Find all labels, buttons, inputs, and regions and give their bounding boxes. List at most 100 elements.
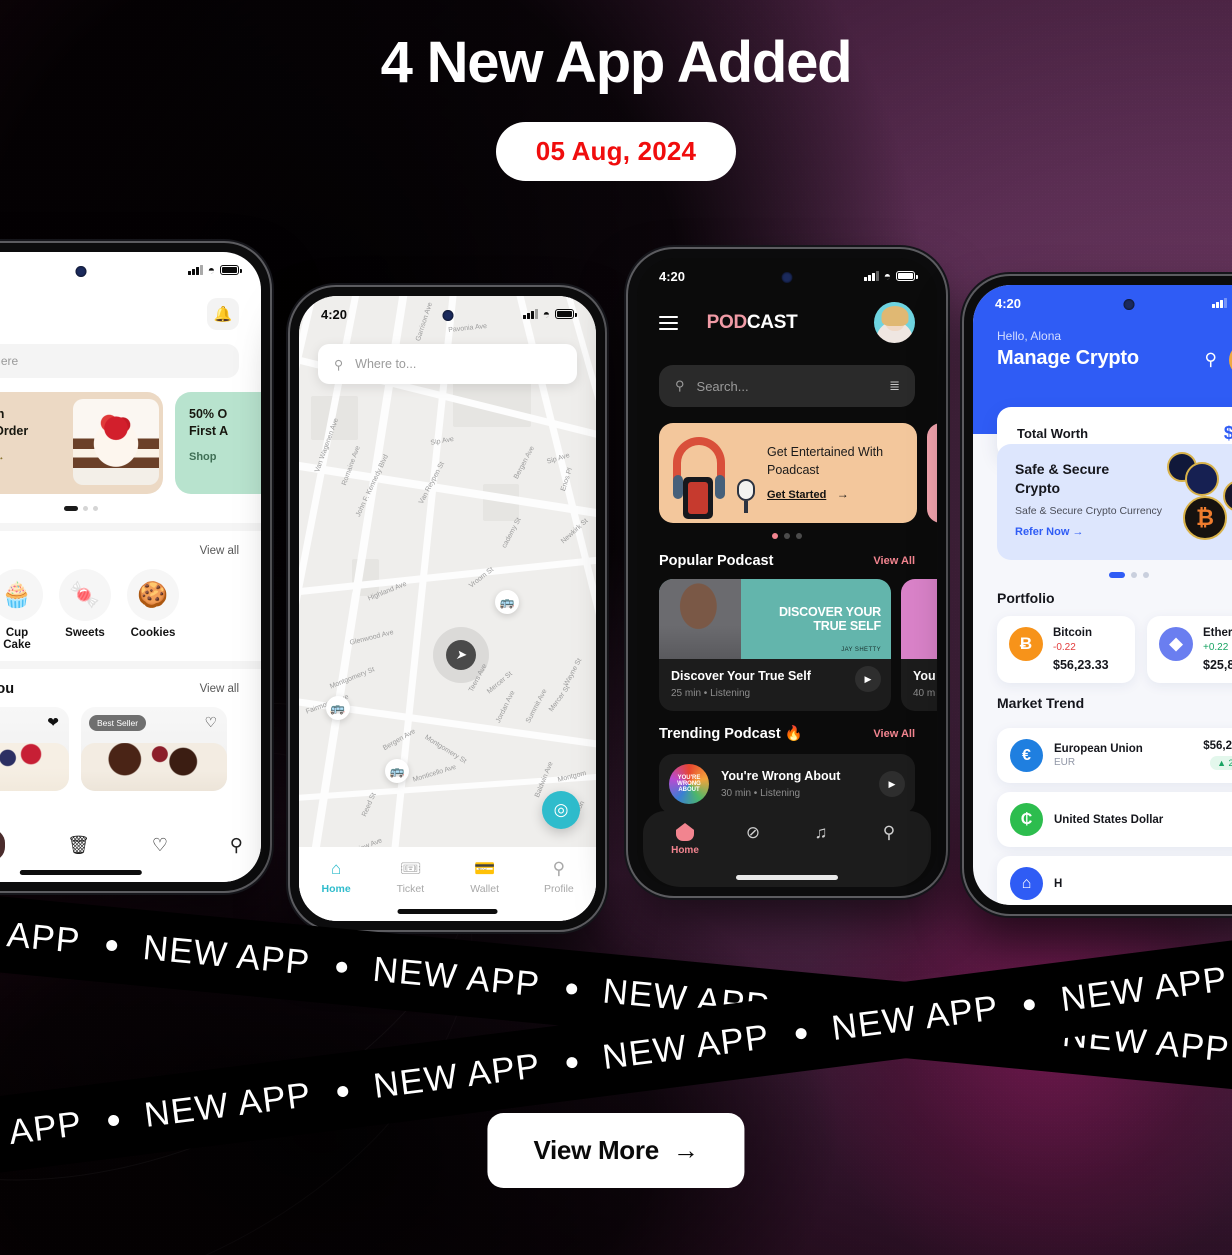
nav-item-wallet[interactable]: 💳 Wallet	[448, 847, 522, 907]
bus-stop-icon[interactable]: 🚌	[495, 589, 520, 614]
category-item[interactable]: 🍪 Cookies	[127, 569, 179, 651]
page-title: Manage Crypto	[997, 347, 1139, 369]
section-title: Portfolio	[997, 590, 1055, 606]
nav-item-home[interactable]: Home	[651, 823, 719, 869]
portfolio-card[interactable]: Ƀ Bitcoin -0.22 $56,23.33	[997, 616, 1135, 683]
play-icon[interactable]: ▶	[855, 666, 881, 692]
playlist-icon: ♫	[814, 823, 828, 842]
coin-name: Ethere	[1203, 627, 1232, 639]
view-more-button[interactable]: View More →	[487, 1113, 745, 1188]
category-item[interactable]: 🍬 Sweets	[59, 569, 111, 651]
heart-icon[interactable]: ♡	[152, 835, 168, 856]
heart-filled-icon[interactable]: ❤	[47, 714, 59, 731]
recenter-button[interactable]: ◎	[542, 791, 580, 829]
carousel-dot[interactable]	[772, 533, 778, 539]
search-input[interactable]: ⚲ Search... ≣	[659, 365, 915, 407]
wallet-icon: 💳	[474, 859, 496, 878]
street-label: Montgomery St	[422, 733, 467, 765]
dollar-icon: ₵	[1010, 803, 1043, 836]
carousel-dots[interactable]	[0, 506, 261, 511]
nav-item-home[interactable]: ⌂ Home	[299, 847, 373, 907]
search-input[interactable]: ⚲ Search here	[0, 344, 239, 378]
home-icon	[676, 823, 694, 841]
hamburger-icon[interactable]	[659, 315, 678, 330]
bitcoin-coin-icon: ₿	[1183, 496, 1227, 540]
carousel-dot[interactable]	[64, 506, 78, 511]
destination-search-input[interactable]: ⚲ Where to...	[318, 344, 577, 384]
banner-line2: Poadcast	[767, 463, 820, 477]
profile-icon[interactable]: ⚲	[230, 835, 243, 856]
carousel-dot[interactable]	[93, 506, 98, 511]
view-all-link[interactable]: View All	[873, 728, 915, 740]
promo-cta[interactable]: Shop Now →	[0, 451, 28, 463]
podcast-card[interactable]: You 40 m	[901, 579, 937, 711]
promo-line2: First A	[189, 424, 229, 439]
market-row[interactable]: ₵ United States Dollar	[997, 792, 1232, 847]
promo-line1: 50% Off On	[0, 407, 5, 421]
view-all-link[interactable]: View all	[200, 545, 239, 557]
promo-card[interactable]: Safe & Secure Crypto Safe & Secure Crypt…	[997, 444, 1232, 560]
bus-stop-icon[interactable]: 🚌	[385, 758, 410, 783]
promo-card[interactable]: 50% O First A Shop	[175, 392, 261, 494]
promo-cta[interactable]: Shop	[189, 451, 228, 463]
nav-item-discover[interactable]: ⊘	[719, 823, 787, 869]
play-icon[interactable]: ▶	[879, 771, 905, 797]
nav-item-profile[interactable]: ⚲	[855, 823, 923, 869]
promo-card[interactable]: 50% Off On First Any Order Shop Now →	[0, 392, 163, 494]
street-label: Montgomery St	[328, 665, 376, 690]
heart-outline-icon[interactable]: ♡	[204, 714, 217, 731]
trending-row[interactable]: YOU'RE WRONG ABOUT You're Wrong About 30…	[659, 754, 915, 814]
status-bar: 41 ◓	[0, 252, 261, 288]
view-all-link[interactable]: View All	[873, 555, 915, 567]
market-row[interactable]: € European Union EUR $56,23.3 ▲ 2.4	[997, 728, 1232, 783]
street-label: Wayne St	[563, 656, 584, 687]
nav-item-playlist[interactable]: ♫	[787, 823, 855, 869]
product-tag: Best Seller	[89, 715, 147, 731]
podcast-card[interactable]: DISCOVER YOUR TRUE SELF JAY SHETTY Disco…	[659, 579, 891, 711]
street-label: Glenwood Ave	[349, 628, 395, 647]
basket-icon[interactable]: 🗑	[67, 835, 90, 856]
bus-stop-icon[interactable]: 🚌	[325, 696, 350, 720]
promo-line1: 50% O	[189, 407, 228, 421]
cover-line2: TRUE SELF	[813, 619, 881, 633]
carousel-dot[interactable]	[83, 506, 88, 511]
carousel-dot[interactable]	[796, 533, 802, 539]
coin-change: +0.22	[1203, 642, 1229, 653]
product-card[interactable]: ecommended ❤	[0, 707, 69, 791]
nav-item-profile[interactable]: ⚲ Profile	[522, 847, 596, 907]
get-started-button[interactable]: Get Started	[767, 489, 826, 501]
nav-label: Profile	[543, 883, 574, 895]
carousel-dot[interactable]	[784, 533, 790, 539]
portfolio-header: Portfolio Vie	[973, 578, 1232, 606]
portfolio-card[interactable]: ◆ Ethere +0.22 $25,8	[1147, 616, 1232, 683]
category-item[interactable]: 🧁 Cup Cake	[0, 569, 43, 651]
avatar[interactable]	[874, 302, 915, 343]
search-icon[interactable]: ⚲	[1205, 350, 1217, 370]
market-row[interactable]: ⌂ H	[997, 856, 1232, 905]
promo-carousel[interactable]: 50% Off On First Any Order Shop Now → 50…	[0, 378, 261, 494]
map-canvas[interactable]: Garrison Ave Pavonia Ave Van Wagenen Ave…	[299, 296, 596, 921]
section-title: Trending Podcast 🔥	[659, 726, 803, 742]
home-indicator	[736, 875, 838, 880]
podcast-meta: 30 min • Listening	[721, 788, 801, 799]
carousel-dot[interactable]	[1143, 572, 1149, 578]
bell-icon[interactable]: 🔔	[207, 298, 239, 330]
view-all-link[interactable]: View all	[200, 683, 239, 695]
camera-dot-icon	[1123, 299, 1135, 310]
promo-banner[interactable]: Get Entertained With Poadcast Get Starte…	[659, 423, 917, 523]
product-card[interactable]: Best Seller ♡	[81, 707, 227, 791]
banner-carousel[interactable]: Get Entertained With Poadcast Get Starte…	[637, 407, 937, 523]
product-image	[81, 743, 227, 791]
filter-icon[interactable]: ≣	[889, 378, 900, 394]
nav-item-ticket[interactable]: 🎟 Ticket	[373, 847, 447, 907]
phone-mockup-crypto: 4:20 ◓ Hello, Alona Manage Crypto ⚲ Tota…	[964, 276, 1232, 914]
signal-icon	[523, 309, 538, 319]
carousel-dot[interactable]	[1109, 572, 1125, 578]
nav-item-home[interactable]: Home	[0, 829, 6, 861]
promo-banner[interactable]	[927, 423, 937, 523]
carousel-dot[interactable]	[1131, 572, 1137, 578]
navigation-arrow-icon: ➤	[445, 640, 476, 671]
category-label: Sweets	[65, 627, 105, 639]
section-title: Market Trend	[997, 695, 1085, 711]
market-list: € European Union EUR $56,23.3 ▲ 2.4 ₵ Un…	[973, 711, 1232, 905]
